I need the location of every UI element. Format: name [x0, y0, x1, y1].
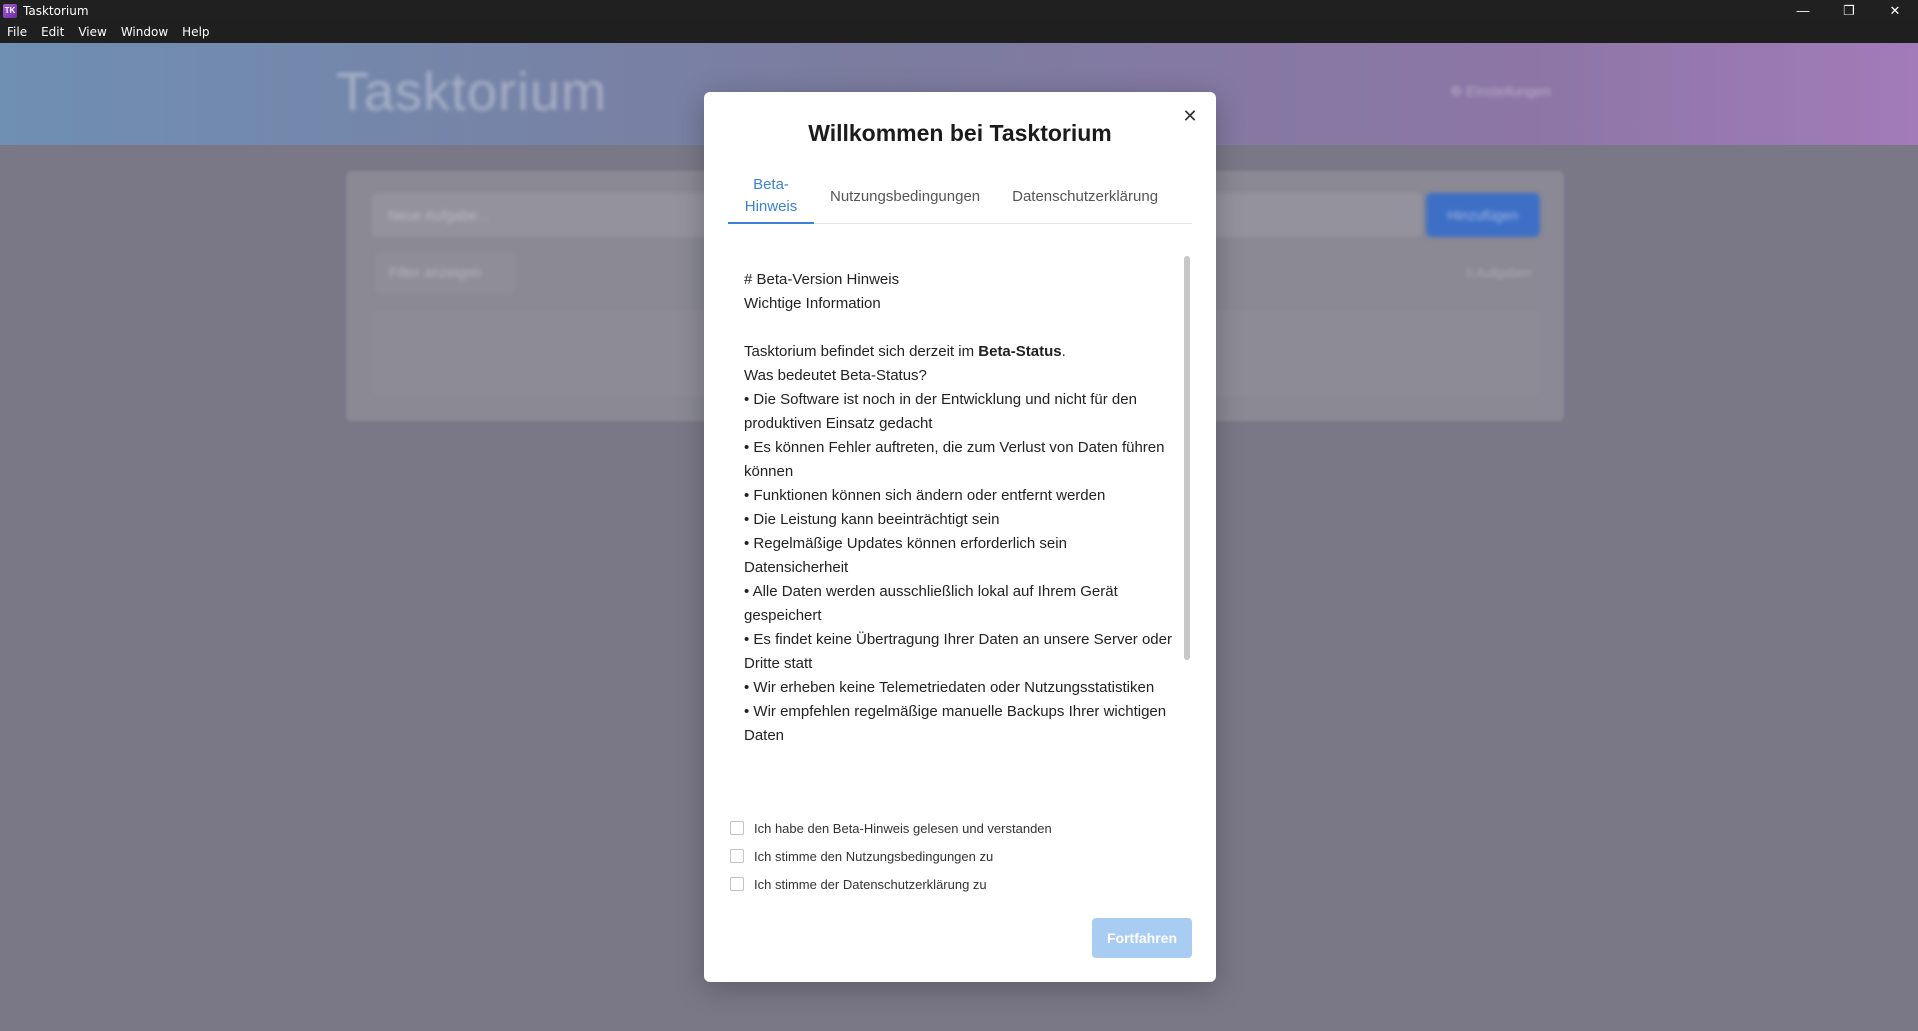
checkbox-privacy[interactable]	[730, 877, 744, 891]
menu-view[interactable]: View	[78, 25, 106, 39]
modal-title: Willkommen bei Tasktorium	[808, 120, 1112, 146]
settings-link: ⚙ Einstellungen	[1450, 83, 1551, 99]
minimize-button[interactable]: —	[1780, 0, 1826, 21]
menu-help[interactable]: Help	[182, 25, 209, 39]
checkbox-beta[interactable]	[730, 821, 744, 835]
modal-tabs: Beta- Hinweis Nutzungsbedingungen Datens…	[728, 170, 1192, 224]
tab-beta-hinweis[interactable]: Beta- Hinweis	[728, 170, 814, 224]
window-title: Tasktorium	[23, 3, 89, 18]
content-heading: # Beta-Version Hinweis	[744, 271, 900, 288]
checkbox-label-terms[interactable]: Ich stimme den Nutzungsbedingungen zu	[754, 849, 993, 864]
maximize-button[interactable]: ❐	[1826, 0, 1872, 21]
task-count: 0 Aufgaben	[1466, 265, 1532, 280]
app-logo: Tasktorium	[336, 62, 608, 122]
bullet-item: • Die Software ist noch in der Entwicklu…	[744, 391, 1137, 432]
welcome-modal: ✕ Willkommen bei Tasktorium Beta- Hinwei…	[704, 92, 1216, 982]
checkbox-row-beta[interactable]: Ich habe den Beta-Hinweis gelesen und ve…	[730, 814, 1190, 842]
tab-label-line2: Hinweis	[744, 197, 798, 215]
close-window-button[interactable]: ✕	[1872, 0, 1918, 21]
menu-edit[interactable]: Edit	[41, 25, 64, 39]
bullet-item: • Wir empfehlen regelmäßige manuelle Bac…	[744, 703, 1167, 744]
bullet-item: • Regelmäßige Updates können erforderlic…	[744, 535, 1067, 552]
continue-button[interactable]: Fortfahren	[1092, 918, 1192, 958]
bullet-item: • Funktionen können sich ändern oder ent…	[744, 487, 1106, 504]
beta-notice-content[interactable]: # Beta-Version Hinweis Wichtige Informat…	[728, 256, 1188, 776]
content-subheading: Wichtige Information	[744, 295, 881, 312]
checkbox-label-privacy[interactable]: Ich stimme der Datenschutzerklärung zu	[754, 877, 987, 892]
consent-checkboxes: Ich habe den Beta-Hinweis gelesen und ve…	[730, 814, 1190, 898]
tab-datenschutzerklaerung[interactable]: Datenschutzerklärung	[996, 170, 1174, 224]
checkbox-row-privacy[interactable]: Ich stimme der Datenschutzerklärung zu	[730, 870, 1190, 898]
checkbox-row-terms[interactable]: Ich stimme den Nutzungsbedingungen zu	[730, 842, 1190, 870]
app-icon: TK	[3, 3, 17, 18]
menu-bar: File Edit View Window Help	[0, 21, 1918, 43]
bullet-item: • Es können Fehler auftreten, die zum Ve…	[744, 439, 1165, 480]
add-task-button: Hinzufügen	[1426, 193, 1540, 237]
bullet-item: • Es findet keine Übertragung Ihrer Date…	[744, 631, 1172, 672]
tab-nutzungsbedingungen[interactable]: Nutzungsbedingungen	[814, 170, 996, 224]
title-bar: TK Tasktorium — ❐ ✕	[0, 0, 1918, 21]
menu-file[interactable]: File	[7, 25, 27, 39]
bullet-item: • Wir erheben keine Telemetriedaten oder…	[744, 679, 1155, 696]
filter-button: Filter anzeigen	[375, 253, 515, 293]
bullet-item: • Die Leistung kann beeinträchtigt sein	[744, 511, 1000, 528]
content-question: Was bedeutet Beta-Status?	[744, 367, 927, 384]
checkbox-label-beta[interactable]: Ich habe den Beta-Hinweis gelesen und ve…	[754, 821, 1052, 836]
content-intro: Tasktorium befindet sich derzeit im Beta…	[744, 343, 1066, 360]
menu-window[interactable]: Window	[121, 25, 168, 39]
content-scrollbar[interactable]	[1184, 256, 1190, 660]
checkbox-terms[interactable]	[730, 849, 744, 863]
bullet-item: • Alle Daten werden ausschließlich lokal…	[744, 583, 1118, 624]
window-controls: — ❐ ✕	[1780, 0, 1918, 21]
tab-label-line1: Beta-	[753, 175, 789, 193]
beta-status-bold: Beta-Status	[978, 343, 1062, 360]
content-section-datensicherheit: Datensicherheit	[744, 559, 849, 576]
